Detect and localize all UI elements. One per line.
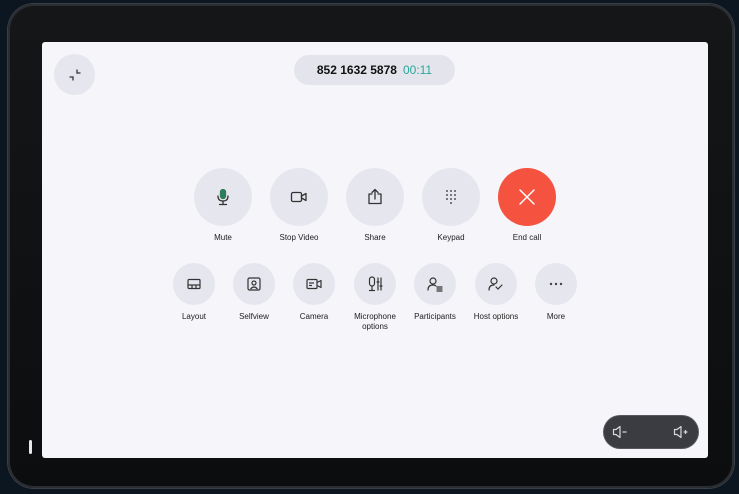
- stop-video-button[interactable]: Stop Video: [266, 168, 332, 243]
- camera-icon: [306, 278, 322, 290]
- call-timer: 00:11: [402, 63, 433, 77]
- layout-icon: [187, 278, 201, 290]
- camera-circle[interactable]: [293, 263, 335, 305]
- selfview-label: Selfview: [239, 312, 269, 321]
- layout-button[interactable]: Layout: [164, 263, 224, 322]
- end-call-circle[interactable]: [498, 168, 556, 226]
- end-call-label: End call: [512, 233, 542, 242]
- microphone-options-circle[interactable]: [354, 263, 396, 305]
- host-options-circle[interactable]: [475, 263, 517, 305]
- host-options-button[interactable]: Host options: [466, 263, 526, 322]
- participants-icon: [427, 276, 443, 292]
- selfview-circle[interactable]: [233, 263, 275, 305]
- call-number: 852 1632 5878: [316, 63, 397, 77]
- call-info-pill: 852 1632 5878 00:11: [294, 55, 455, 85]
- close-icon: [518, 188, 536, 206]
- participants-label: Participants: [414, 312, 456, 321]
- keypad-button[interactable]: Keypad: [418, 168, 484, 243]
- share-circle[interactable]: [346, 168, 404, 226]
- stop-video-circle[interactable]: [270, 168, 328, 226]
- host-options-label: Host options: [473, 312, 519, 321]
- mute-label: Mute: [214, 233, 232, 242]
- minimize-icon: [68, 68, 82, 82]
- mute-button[interactable]: Mute: [190, 168, 256, 243]
- volume-up-icon: [673, 425, 689, 439]
- microphone-options-button[interactable]: Microphone options: [344, 263, 406, 332]
- end-call-button[interactable]: End call: [494, 168, 560, 243]
- video-camera-icon: [290, 190, 308, 204]
- more-icon: [549, 282, 563, 286]
- participants-button[interactable]: Participants: [405, 263, 465, 322]
- keypad-icon: [444, 189, 458, 205]
- share-label: Share: [364, 233, 386, 242]
- keypad-label: Keypad: [437, 233, 465, 242]
- more-label: More: [546, 312, 566, 321]
- mute-circle[interactable]: [194, 168, 252, 226]
- volume-down-icon: [612, 425, 628, 439]
- minimize-button[interactable]: [54, 54, 95, 95]
- selfview-button[interactable]: Selfview: [224, 263, 284, 322]
- volume-up-button[interactable]: [673, 425, 689, 439]
- layout-circle[interactable]: [173, 263, 215, 305]
- camera-button[interactable]: Camera: [284, 263, 344, 322]
- microphone-options-icon: [367, 276, 383, 292]
- share-button[interactable]: Share: [342, 168, 408, 243]
- host-options-icon: [488, 276, 504, 292]
- participants-circle[interactable]: [414, 263, 456, 305]
- share-icon: [366, 188, 384, 206]
- microphone-options-label: Microphone options: [354, 312, 396, 331]
- layout-label: Layout: [181, 312, 207, 321]
- keypad-circle[interactable]: [422, 168, 480, 226]
- home-indicator: [29, 440, 32, 454]
- selfview-icon: [247, 277, 261, 291]
- more-circle[interactable]: [535, 263, 577, 305]
- camera-label: Camera: [299, 312, 329, 321]
- call-screen: 852 1632 5878 00:11: [42, 42, 708, 458]
- more-button[interactable]: More: [526, 263, 586, 322]
- volume-down-button[interactable]: [612, 425, 628, 439]
- stop-video-label: Stop Video: [279, 233, 319, 242]
- microphone-icon: [215, 188, 231, 206]
